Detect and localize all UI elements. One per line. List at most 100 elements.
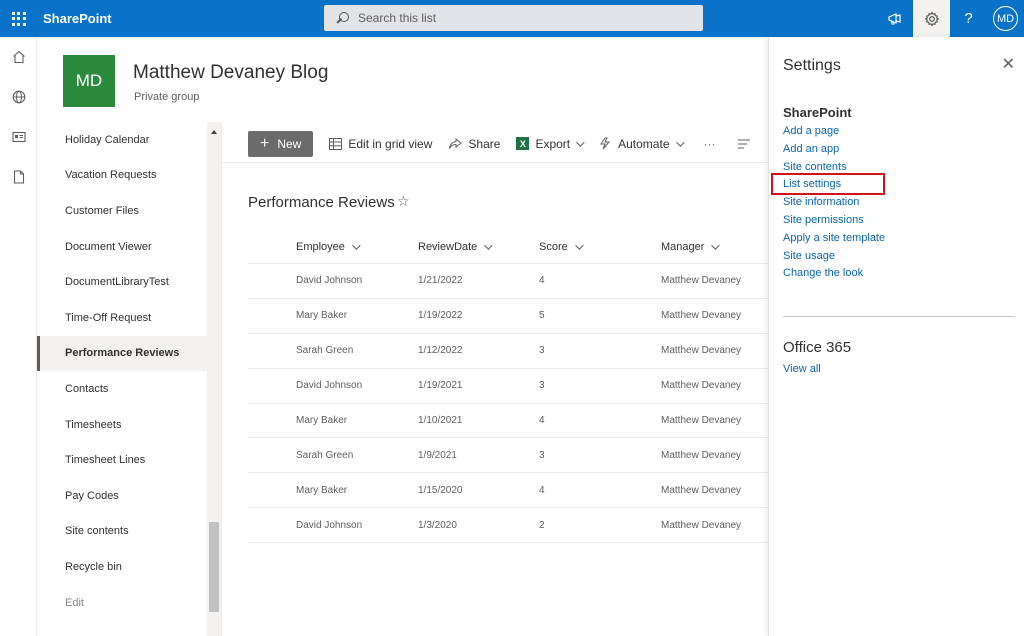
plus-icon: + [260,134,270,152]
edit-grid-view-label: Edit in grid view [348,136,433,151]
cell-employee: Mary Baker [296,415,348,426]
link-change-the-look[interactable]: Change the look [783,265,885,283]
table-header: Employee ReviewDate Score Manager [248,230,768,264]
cell-review-date: 1/15/2020 [418,484,463,496]
column-header-employee[interactable]: Employee [248,241,418,253]
chevron-down-icon [711,240,721,250]
search-box[interactable] [324,5,703,31]
close-icon[interactable]: ✕ [1002,54,1015,74]
table-row[interactable]: Mary Baker 1/19/2022 5 Matthew Devaney [248,299,768,334]
automate-button[interactable]: Automate [598,136,685,151]
nav-item-timesheets[interactable]: Timesheets [37,407,207,443]
chevron-down-icon [576,137,585,147]
cell-review-date: 1/19/2021 [418,380,463,392]
nav-item-document-viewer[interactable]: Document Viewer [37,229,207,265]
account-button[interactable]: MD [987,0,1024,37]
edit-grid-view-button[interactable]: Edit in grid view [329,137,432,151]
cell-score: 4 [539,484,545,496]
suite-bar: SharePoint ? MD [0,0,1024,37]
table-row[interactable]: Sarah Green 1/9/2021 3 Matthew Devaney [248,438,768,474]
sharepoint-window: SharePoint ? MD [0,0,1024,636]
app-launcher-button[interactable] [0,0,37,37]
link-site-usage[interactable]: Site usage [783,248,885,266]
search-input[interactable] [358,11,678,25]
view-options-icon [737,139,750,148]
column-header-review-date[interactable]: ReviewDate [418,241,539,253]
cell-manager: Matthew Devaney [661,484,742,496]
cell-score: 3 [539,345,545,357]
nav-divider [221,122,222,636]
cell-manager: Matthew Devaney [661,275,742,287]
share-icon [449,137,463,149]
cell-employee: Mary Baker [296,484,348,496]
scroll-up-arrow-icon[interactable] [211,130,217,134]
nav-item-customer-files[interactable]: Customer Files [37,193,207,229]
more-button[interactable]: ··· [704,137,716,151]
favorite-star-icon[interactable]: ☆ [397,193,410,210]
table-row[interactable]: Sarah Green 1/12/2022 3 Matthew Devaney [248,334,768,369]
link-apply-site-template[interactable]: Apply a site template [783,230,885,248]
nav-item-vacation-requests[interactable]: Vacation Requests [37,158,207,194]
globe-icon [12,90,25,104]
cell-review-date: 1/3/2020 [418,519,457,531]
link-add-app[interactable]: Add an app [783,141,885,159]
cell-manager: Matthew Devaney [661,519,742,531]
settings-title: Settings [783,57,841,74]
brand-link[interactable]: SharePoint [43,11,112,26]
rail-home-button[interactable] [0,37,37,77]
table-row[interactable]: Mary Baker 1/10/2021 4 Matthew Devaney [248,404,768,439]
site-title[interactable]: Matthew Devaney Blog [133,62,328,84]
table-row[interactable]: David Johnson 1/21/2022 4 Matthew Devane… [248,264,768,299]
sharepoint-links: Add a page Add an app Site contents List… [783,123,885,283]
site-subtitle: Private group [134,91,200,103]
automate-label: Automate [618,136,670,151]
table-row[interactable]: David Johnson 1/19/2021 3 Matthew Devane… [248,369,768,404]
view-all-link[interactable]: View all [783,363,821,375]
nav-scrollbar[interactable] [207,122,221,636]
megaphone-button[interactable] [876,0,913,37]
rail-sites-button[interactable] [0,77,37,117]
avatar: MD [993,6,1018,31]
settings-panel: Settings ✕ SharePoint Add a page Add an … [768,37,1024,636]
nav-item-pay-codes[interactable]: Pay Codes [37,478,207,514]
news-icon [11,131,26,143]
table-row[interactable]: Mary Baker 1/15/2020 4 Matthew Devaney [248,473,768,509]
highlight-box [771,173,885,195]
new-button-label: New [277,136,302,151]
cell-review-date: 1/12/2022 [418,345,463,357]
site-logo[interactable]: MD [63,55,115,107]
view-options-button[interactable] [737,139,750,149]
link-site-permissions[interactable]: Site permissions [783,212,885,230]
export-button[interactable]: X Export [516,137,585,151]
waffle-icon [11,11,26,26]
cell-review-date: 1/19/2022 [418,310,463,322]
cell-score: 4 [539,275,545,287]
nav-item-contacts[interactable]: Contacts [37,371,207,407]
link-site-information[interactable]: Site information [783,194,885,212]
help-button[interactable]: ? [950,0,987,37]
column-header-manager[interactable]: Manager [661,241,768,253]
link-add-page[interactable]: Add a page [783,123,885,141]
scrollbar-thumb[interactable] [209,522,219,612]
help-icon: ? [964,10,973,27]
nav-item-site-contents[interactable]: Site contents [37,514,207,550]
nav-item-recycle-bin[interactable]: Recycle bin [37,549,207,585]
rail-news-button[interactable] [0,117,37,157]
nav-item-document-library-test[interactable]: DocumentLibraryTest [37,264,207,300]
nav-item-performance-reviews[interactable]: Performance Reviews [37,335,207,372]
new-button[interactable]: + New [248,130,314,157]
cell-employee: Sarah Green [296,449,354,461]
nav-edit-link[interactable]: Edit [37,585,207,621]
column-header-score[interactable]: Score [539,241,661,253]
nav-item-holiday-calendar[interactable]: Holiday Calendar [37,122,207,158]
nav-item-time-off-request[interactable]: Time-Off Request [37,300,207,336]
automate-icon [600,137,611,150]
share-button[interactable]: Share [448,137,500,151]
settings-button[interactable] [913,0,950,37]
cell-manager: Matthew Devaney [661,415,742,426]
table-row[interactable]: David Johnson 1/3/2020 2 Matthew Devaney [248,508,768,544]
rail-files-button[interactable] [0,157,37,197]
nav-item-timesheet-lines[interactable]: Timesheet Lines [37,442,207,478]
list-table: Employee ReviewDate Score Manager David … [248,230,768,544]
cell-manager: Matthew Devaney [661,310,742,322]
